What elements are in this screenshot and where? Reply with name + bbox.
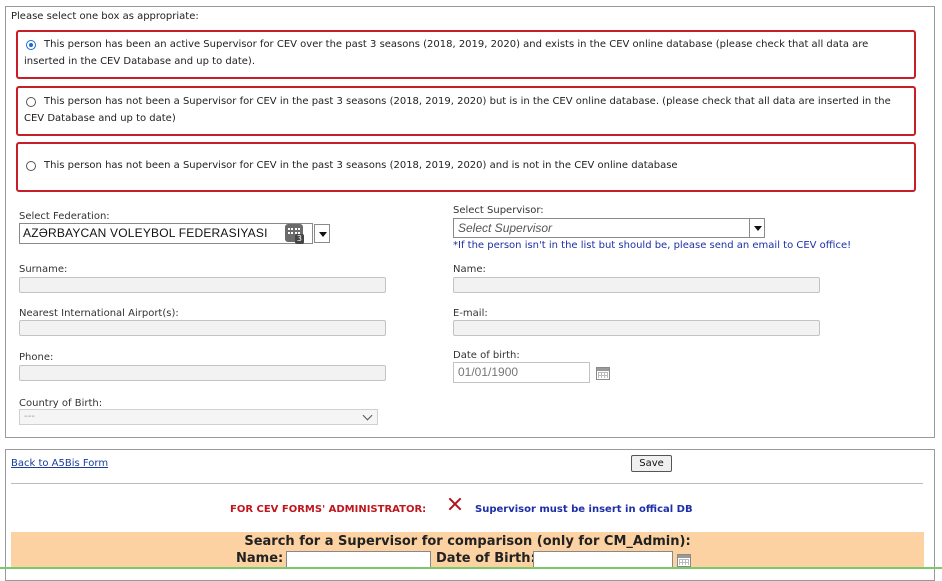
calendar-icon[interactable] <box>677 554 691 567</box>
search-name-label: Name: <box>236 551 284 566</box>
supervisor-note: *If the person isn't in the list but sho… <box>453 240 852 251</box>
chevron-down-icon <box>362 410 373 421</box>
search-title: Search for a Supervisor for comparison (… <box>244 534 691 549</box>
country-select[interactable]: --- <box>19 409 378 425</box>
federation-dropdown-arrow-icon[interactable] <box>314 224 330 243</box>
option-in-database[interactable]: This person has not been a Supervisor fo… <box>16 86 916 136</box>
email-input[interactable] <box>453 320 820 336</box>
supervisor-dropdown-arrow-icon[interactable] <box>749 218 765 238</box>
back-link[interactable]: Back to A5Bis Form <box>11 458 108 469</box>
federation-select[interactable]: AZƏRBAYCAN VOLEYBOL FEDERASIYASI <box>19 223 313 244</box>
supervisor-select[interactable]: Select Supervisor <box>453 218 749 238</box>
admin-message: Supervisor must be insert in offical DB <box>475 504 693 515</box>
option-1-text: This person has been an active Superviso… <box>24 39 869 67</box>
federation-badge-count: 3 <box>294 234 304 244</box>
save-button[interactable]: Save <box>631 455 672 472</box>
country-value: --- <box>24 411 35 422</box>
surname-label: Surname: <box>19 264 68 275</box>
close-x-icon <box>447 496 463 512</box>
option-3-text: This person has not been a Supervisor fo… <box>44 160 678 171</box>
search-section: Search for a Supervisor for comparison (… <box>11 532 924 569</box>
name-input[interactable] <box>453 277 820 293</box>
name-label: Name: <box>453 264 486 275</box>
email-label: E-mail: <box>453 308 488 319</box>
country-label: Country of Birth: <box>19 398 103 409</box>
dob-label: Date of birth: <box>453 350 520 361</box>
airport-label: Nearest International Airport(s): <box>19 308 179 319</box>
option-active-supervisor[interactable]: This person has been an active Superviso… <box>16 30 916 79</box>
option-2-text: This person has not been a Supervisor fo… <box>24 96 891 124</box>
intro-text: Please select one box as appropriate: <box>11 11 199 22</box>
phone-label: Phone: <box>19 352 54 363</box>
phone-input[interactable] <box>19 365 386 381</box>
dob-input[interactable]: 01/01/1900 <box>453 362 590 383</box>
federation-label: Select Federation: <box>19 211 110 222</box>
option-not-in-database[interactable]: This person has not been a Supervisor fo… <box>16 142 916 192</box>
supervisor-label: Select Supervisor: <box>453 205 544 216</box>
search-dob-label: Date of Birth: <box>436 551 536 566</box>
calendar-icon[interactable] <box>596 367 610 380</box>
divider <box>11 483 923 484</box>
admin-label: FOR CEV FORMS' ADMINISTRATOR: <box>230 504 427 515</box>
federation-badge-icon: 3 <box>285 224 304 244</box>
surname-input[interactable] <box>19 277 386 293</box>
airport-input[interactable] <box>19 320 386 336</box>
